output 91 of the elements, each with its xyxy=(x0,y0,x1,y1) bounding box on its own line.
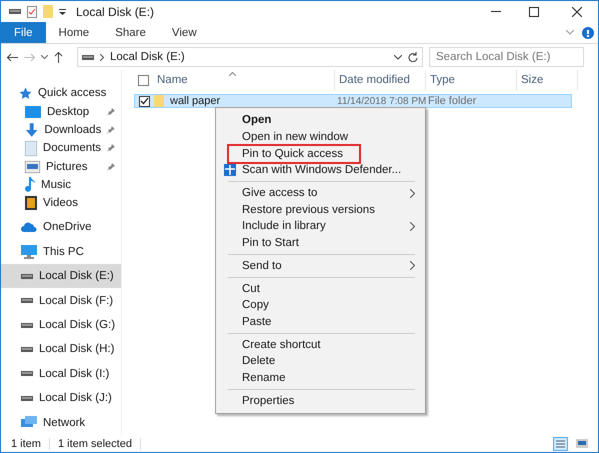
desktop-icon xyxy=(25,106,41,118)
refresh-icon[interactable] xyxy=(408,52,418,62)
row-checkbox[interactable] xyxy=(139,96,150,106)
sidebar-item[interactable]: Documents xyxy=(1,139,121,158)
chevron-down-icon[interactable] xyxy=(394,54,402,60)
recent-locations-button[interactable] xyxy=(41,55,48,59)
column-header[interactable]: Size xyxy=(517,70,578,90)
drive-icon xyxy=(21,394,33,402)
column-header[interactable]: Date modified xyxy=(335,70,426,90)
menu-item[interactable]: Delete xyxy=(218,352,423,370)
sidebar-item[interactable]: Quick access xyxy=(1,84,121,102)
close-icon xyxy=(572,6,582,16)
back-button[interactable] xyxy=(7,52,18,62)
network-icon xyxy=(21,416,37,430)
menu-item[interactable]: Pin to Start xyxy=(218,234,423,252)
date-modified: 11/14/2018 7:08 PM xyxy=(337,96,428,106)
menu-item[interactable]: Open in new window xyxy=(218,128,423,146)
properties-icon[interactable] xyxy=(27,6,37,18)
column-header[interactable]: Name xyxy=(153,70,335,90)
drive-icon xyxy=(21,272,33,280)
drive-icon xyxy=(21,346,33,353)
ribbon-tab[interactable]: Home xyxy=(46,22,102,43)
sidebar-item[interactable]: Local Disk (J:) xyxy=(1,386,121,410)
pin-icon xyxy=(107,108,115,116)
menu-item[interactable]: Scan with Windows Defender... xyxy=(218,162,423,179)
menu-item[interactable]: Send to xyxy=(218,258,423,274)
sidebar-item[interactable]: Local Disk (I:) xyxy=(1,362,121,386)
drive-icon xyxy=(21,370,33,378)
sort-caret-icon xyxy=(229,72,236,76)
sidebar-item[interactable]: Network xyxy=(1,410,121,435)
maximize-icon xyxy=(529,6,539,16)
menu-item[interactable]: Give access to xyxy=(218,184,423,202)
file-row[interactable]: wall paper 11/14/2018 7:08 PM File folder xyxy=(134,94,572,108)
menu-item[interactable]: Paste xyxy=(218,314,423,330)
sidebar-item[interactable]: Desktop xyxy=(1,102,121,121)
sidebar-item[interactable]: This PC xyxy=(1,240,121,264)
dropdown-icon[interactable] xyxy=(59,8,66,14)
sidebar-item[interactable]: Downloads xyxy=(1,120,121,140)
sidebar-item[interactable]: Local Disk (G:) xyxy=(1,312,121,338)
file-type: File folder xyxy=(428,95,478,107)
picture-icon xyxy=(25,160,40,173)
selection-count: 1 item selected xyxy=(58,438,141,450)
drive-icon xyxy=(21,297,33,304)
minimize-icon xyxy=(491,11,501,12)
ribbon-tab[interactable]: Share xyxy=(102,22,159,43)
shield-icon xyxy=(224,164,236,176)
drive-icon xyxy=(9,8,21,15)
sidebar-item[interactable]: Videos xyxy=(1,194,121,212)
document-icon xyxy=(25,140,37,156)
menu-item[interactable]: Copy xyxy=(218,296,423,314)
monitor-icon xyxy=(21,244,37,259)
menu-item[interactable]: Open xyxy=(218,112,423,129)
search-field[interactable]: Search Local Disk (E:) xyxy=(429,47,584,67)
sidebar-item[interactable]: Pictures xyxy=(1,157,121,176)
menu-item[interactable]: Restore previous versions xyxy=(218,201,423,218)
chevron-right-icon xyxy=(100,54,104,60)
item-count: 1 item xyxy=(11,438,50,450)
up-button[interactable] xyxy=(54,52,63,62)
menu-item[interactable]: Cut xyxy=(218,280,423,297)
star-icon xyxy=(19,86,32,100)
cloud-icon xyxy=(21,222,37,232)
ribbon-tab[interactable]: View xyxy=(158,22,210,43)
column-header[interactable]: Type xyxy=(426,70,517,90)
pin-icon xyxy=(107,162,115,171)
menu-item[interactable]: Include in library xyxy=(218,218,423,235)
sidebar-item[interactable]: Local Disk (E:) xyxy=(1,264,121,288)
sidebar-item[interactable]: OneDrive xyxy=(1,215,121,240)
sidebar-item[interactable]: Local Disk (H:) xyxy=(1,337,121,362)
large-icons-view-icon[interactable] xyxy=(576,439,588,448)
folder-icon xyxy=(154,95,164,107)
address-field[interactable]: Local Disk (E:) xyxy=(77,47,423,67)
down-arrow-icon xyxy=(25,122,38,137)
menu-item[interactable]: Pin to Quick access xyxy=(218,145,423,162)
ribbon-tab[interactable]: File xyxy=(1,22,46,43)
drive-icon xyxy=(82,54,94,60)
drive-icon xyxy=(21,322,33,329)
menu-item[interactable]: Properties xyxy=(218,392,423,409)
pin-icon xyxy=(107,126,115,134)
address-path: Local Disk (E:) xyxy=(110,51,186,63)
menu-item[interactable]: Rename xyxy=(218,370,423,386)
window-title: Local Disk (E:) xyxy=(76,4,156,18)
music-note-icon xyxy=(25,177,35,192)
sidebar-item[interactable]: Local Disk (F:) xyxy=(1,288,121,313)
pin-icon xyxy=(107,144,115,152)
sidebar-item[interactable]: Music xyxy=(1,176,121,194)
menu-item[interactable]: Create shortcut xyxy=(218,336,423,353)
help-icon[interactable] xyxy=(582,26,594,38)
film-icon xyxy=(25,196,37,210)
details-view-icon[interactable] xyxy=(553,436,568,450)
select-all-checkbox[interactable] xyxy=(138,74,149,86)
file-name: wall paper xyxy=(170,95,222,107)
